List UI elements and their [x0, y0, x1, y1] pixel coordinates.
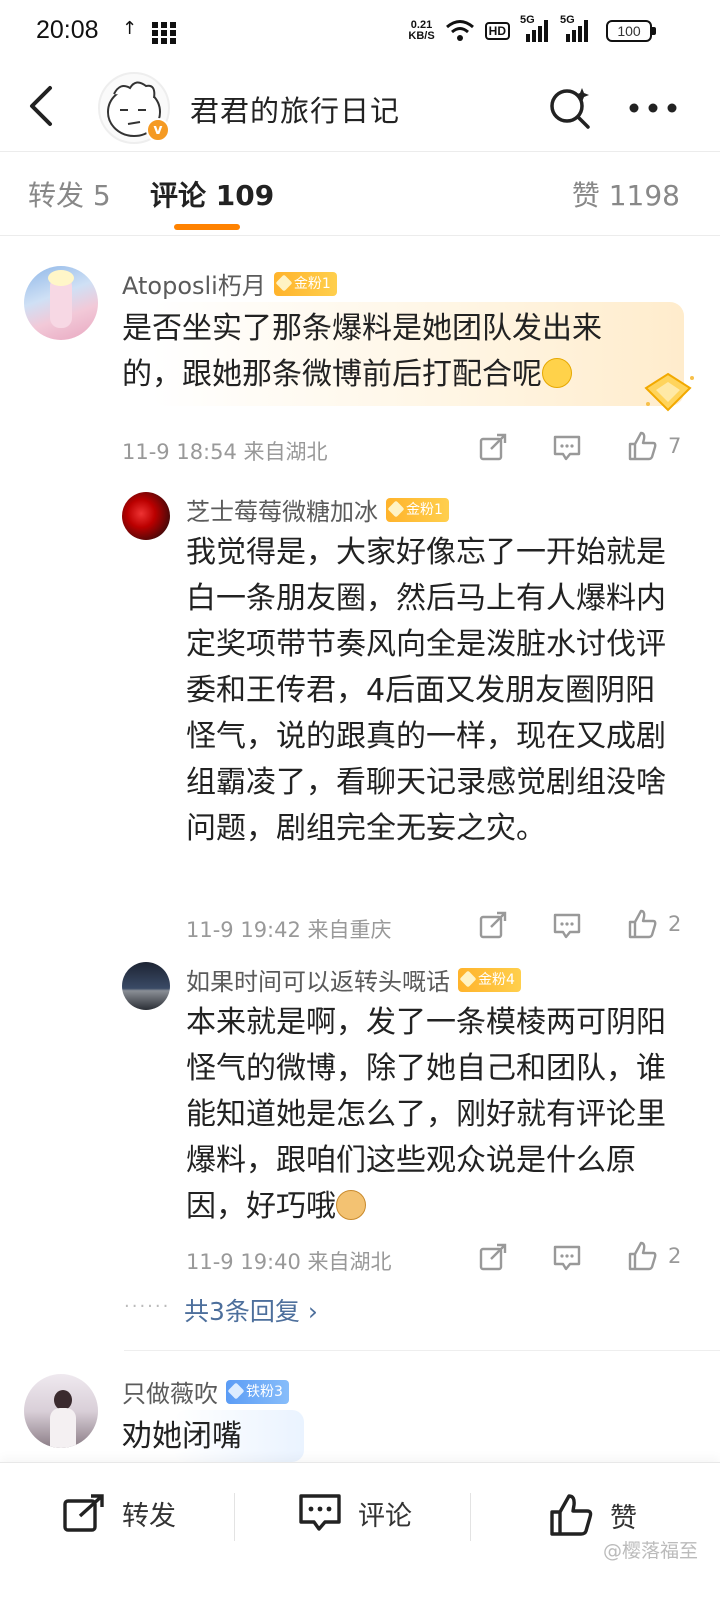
thinking-emoji-icon: [542, 357, 572, 388]
like-label: 赞: [610, 1502, 637, 1534]
comment-username[interactable]: 只做薇吹 铁粉3: [122, 1374, 289, 1409]
battery-icon: 100: [606, 20, 652, 42]
separator: [234, 1493, 235, 1541]
comment-timestamp: 11-9 18:54 来自湖北: [122, 440, 328, 464]
upload-arrow-icon: ↑: [122, 18, 138, 39]
reply-text[interactable]: 我觉得是，大家好像忘了一开始就是白一条朋友圈，然后马上有人爆料内定奖项带节奏风向…: [186, 530, 682, 852]
like-count: 2: [668, 912, 682, 936]
bottom-action-bar: 转发 评论 赞: [0, 1462, 720, 1600]
fan-badge[interactable]: 金粉1: [386, 498, 449, 522]
repost-label: 转发: [122, 1500, 176, 1532]
like-button[interactable]: 2: [626, 1240, 681, 1272]
signal-icon-2: 5G: [560, 14, 590, 44]
thumbs-up-icon: [628, 431, 657, 461]
fan-badge[interactable]: 金粉4: [458, 968, 521, 992]
dots-divider: ······: [124, 1296, 171, 1317]
fan-badge[interactable]: 金粉1: [273, 272, 337, 296]
avatar[interactable]: [24, 266, 98, 340]
top-nav-bar: v 君君的旅行日记: [0, 66, 720, 152]
wifi-icon: [445, 20, 474, 41]
reply-username[interactable]: 如果时间可以返转头嘅话 金粉4: [186, 962, 521, 997]
reply-icon[interactable]: [552, 1244, 582, 1272]
like-count: 7: [668, 434, 682, 458]
gem-icon: [275, 274, 293, 292]
status-bar: 20:08 ↑ 0.21 KB/S HD 5G 5G 100: [0, 0, 720, 66]
status-time: 20:08: [36, 16, 99, 44]
comment-username[interactable]: Atoposli朽月 金粉1: [122, 266, 337, 301]
doge-emoji-icon: [336, 1189, 366, 1220]
verified-badge-icon: v: [146, 118, 170, 142]
more-options-icon[interactable]: [628, 102, 678, 114]
gem-icon: [387, 500, 405, 518]
crown-decoration-icon: [644, 372, 694, 412]
tab-comment[interactable]: 评论 109: [150, 174, 274, 214]
repost-icon[interactable]: [478, 1242, 508, 1272]
repost-button[interactable]: 转发: [62, 1493, 176, 1533]
app-grid-icon: [152, 22, 176, 44]
reply-icon[interactable]: [552, 912, 582, 940]
repost-icon[interactable]: [478, 432, 508, 462]
comment-text[interactable]: 是否坐实了那条爆料是她团队发出来的，跟她那条微博前后打配合呢: [122, 306, 642, 398]
like-button[interactable]: 赞: [548, 1493, 637, 1537]
comment-label: 评论: [358, 1500, 412, 1532]
reply-timestamp: 11-9 19:42 来自重庆: [186, 918, 392, 942]
reply-timestamp: 11-9 19:40 来自湖北: [186, 1250, 392, 1274]
separator: [470, 1493, 471, 1541]
tab-like[interactable]: 赞 1198: [572, 174, 680, 214]
status-icons: 0.21 KB/S HD 5G 5G: [408, 14, 590, 44]
like-button[interactable]: 7: [626, 430, 681, 462]
page-title[interactable]: 君君的旅行日记: [190, 88, 400, 130]
thumbs-up-icon: [628, 909, 657, 939]
repost-icon: [63, 1494, 104, 1532]
thumbs-up-icon: [628, 1241, 657, 1271]
view-more-replies-link[interactable]: 共3条回复 ›: [184, 1292, 318, 1328]
reply-icon[interactable]: [552, 434, 582, 462]
avatar[interactable]: [122, 492, 170, 540]
comment-button[interactable]: 评论: [298, 1493, 412, 1533]
battery-tip: [652, 27, 656, 35]
tab-repost[interactable]: 转发 5: [28, 174, 111, 214]
watermark: @樱落福至: [602, 1540, 698, 1562]
comment-divider: [124, 1350, 720, 1351]
comment-text[interactable]: 劝她闭嘴: [122, 1414, 642, 1460]
repost-icon[interactable]: [478, 910, 508, 940]
comment-icon: [299, 1494, 341, 1531]
reply-text[interactable]: 本来就是啊，发了一条模棱两可阴阳怪气的微博，除了她自己和团队，谁能知道她是怎么了…: [186, 1000, 682, 1230]
hd-icon: HD: [484, 22, 510, 40]
back-arrow-icon[interactable]: [24, 84, 64, 128]
fan-badge[interactable]: 铁粉3: [226, 1380, 289, 1404]
avatar[interactable]: [122, 962, 170, 1010]
signal-icon-1: 5G: [520, 14, 550, 44]
like-count: 2: [668, 1244, 682, 1268]
like-button[interactable]: 2: [626, 908, 681, 940]
thumbs-up-icon: [550, 1494, 593, 1536]
search-icon[interactable]: [546, 84, 594, 132]
gem-icon: [459, 970, 477, 988]
gem-icon: [227, 1382, 245, 1400]
reply-username[interactable]: 芝士莓莓微糖加冰 金粉1: [186, 492, 449, 527]
net-speed: 0.21 KB/S: [408, 19, 435, 42]
active-tab-indicator: [174, 224, 240, 230]
avatar[interactable]: [24, 1374, 98, 1448]
interaction-tabs: 转发 5 评论 109 赞 1198: [0, 152, 720, 236]
